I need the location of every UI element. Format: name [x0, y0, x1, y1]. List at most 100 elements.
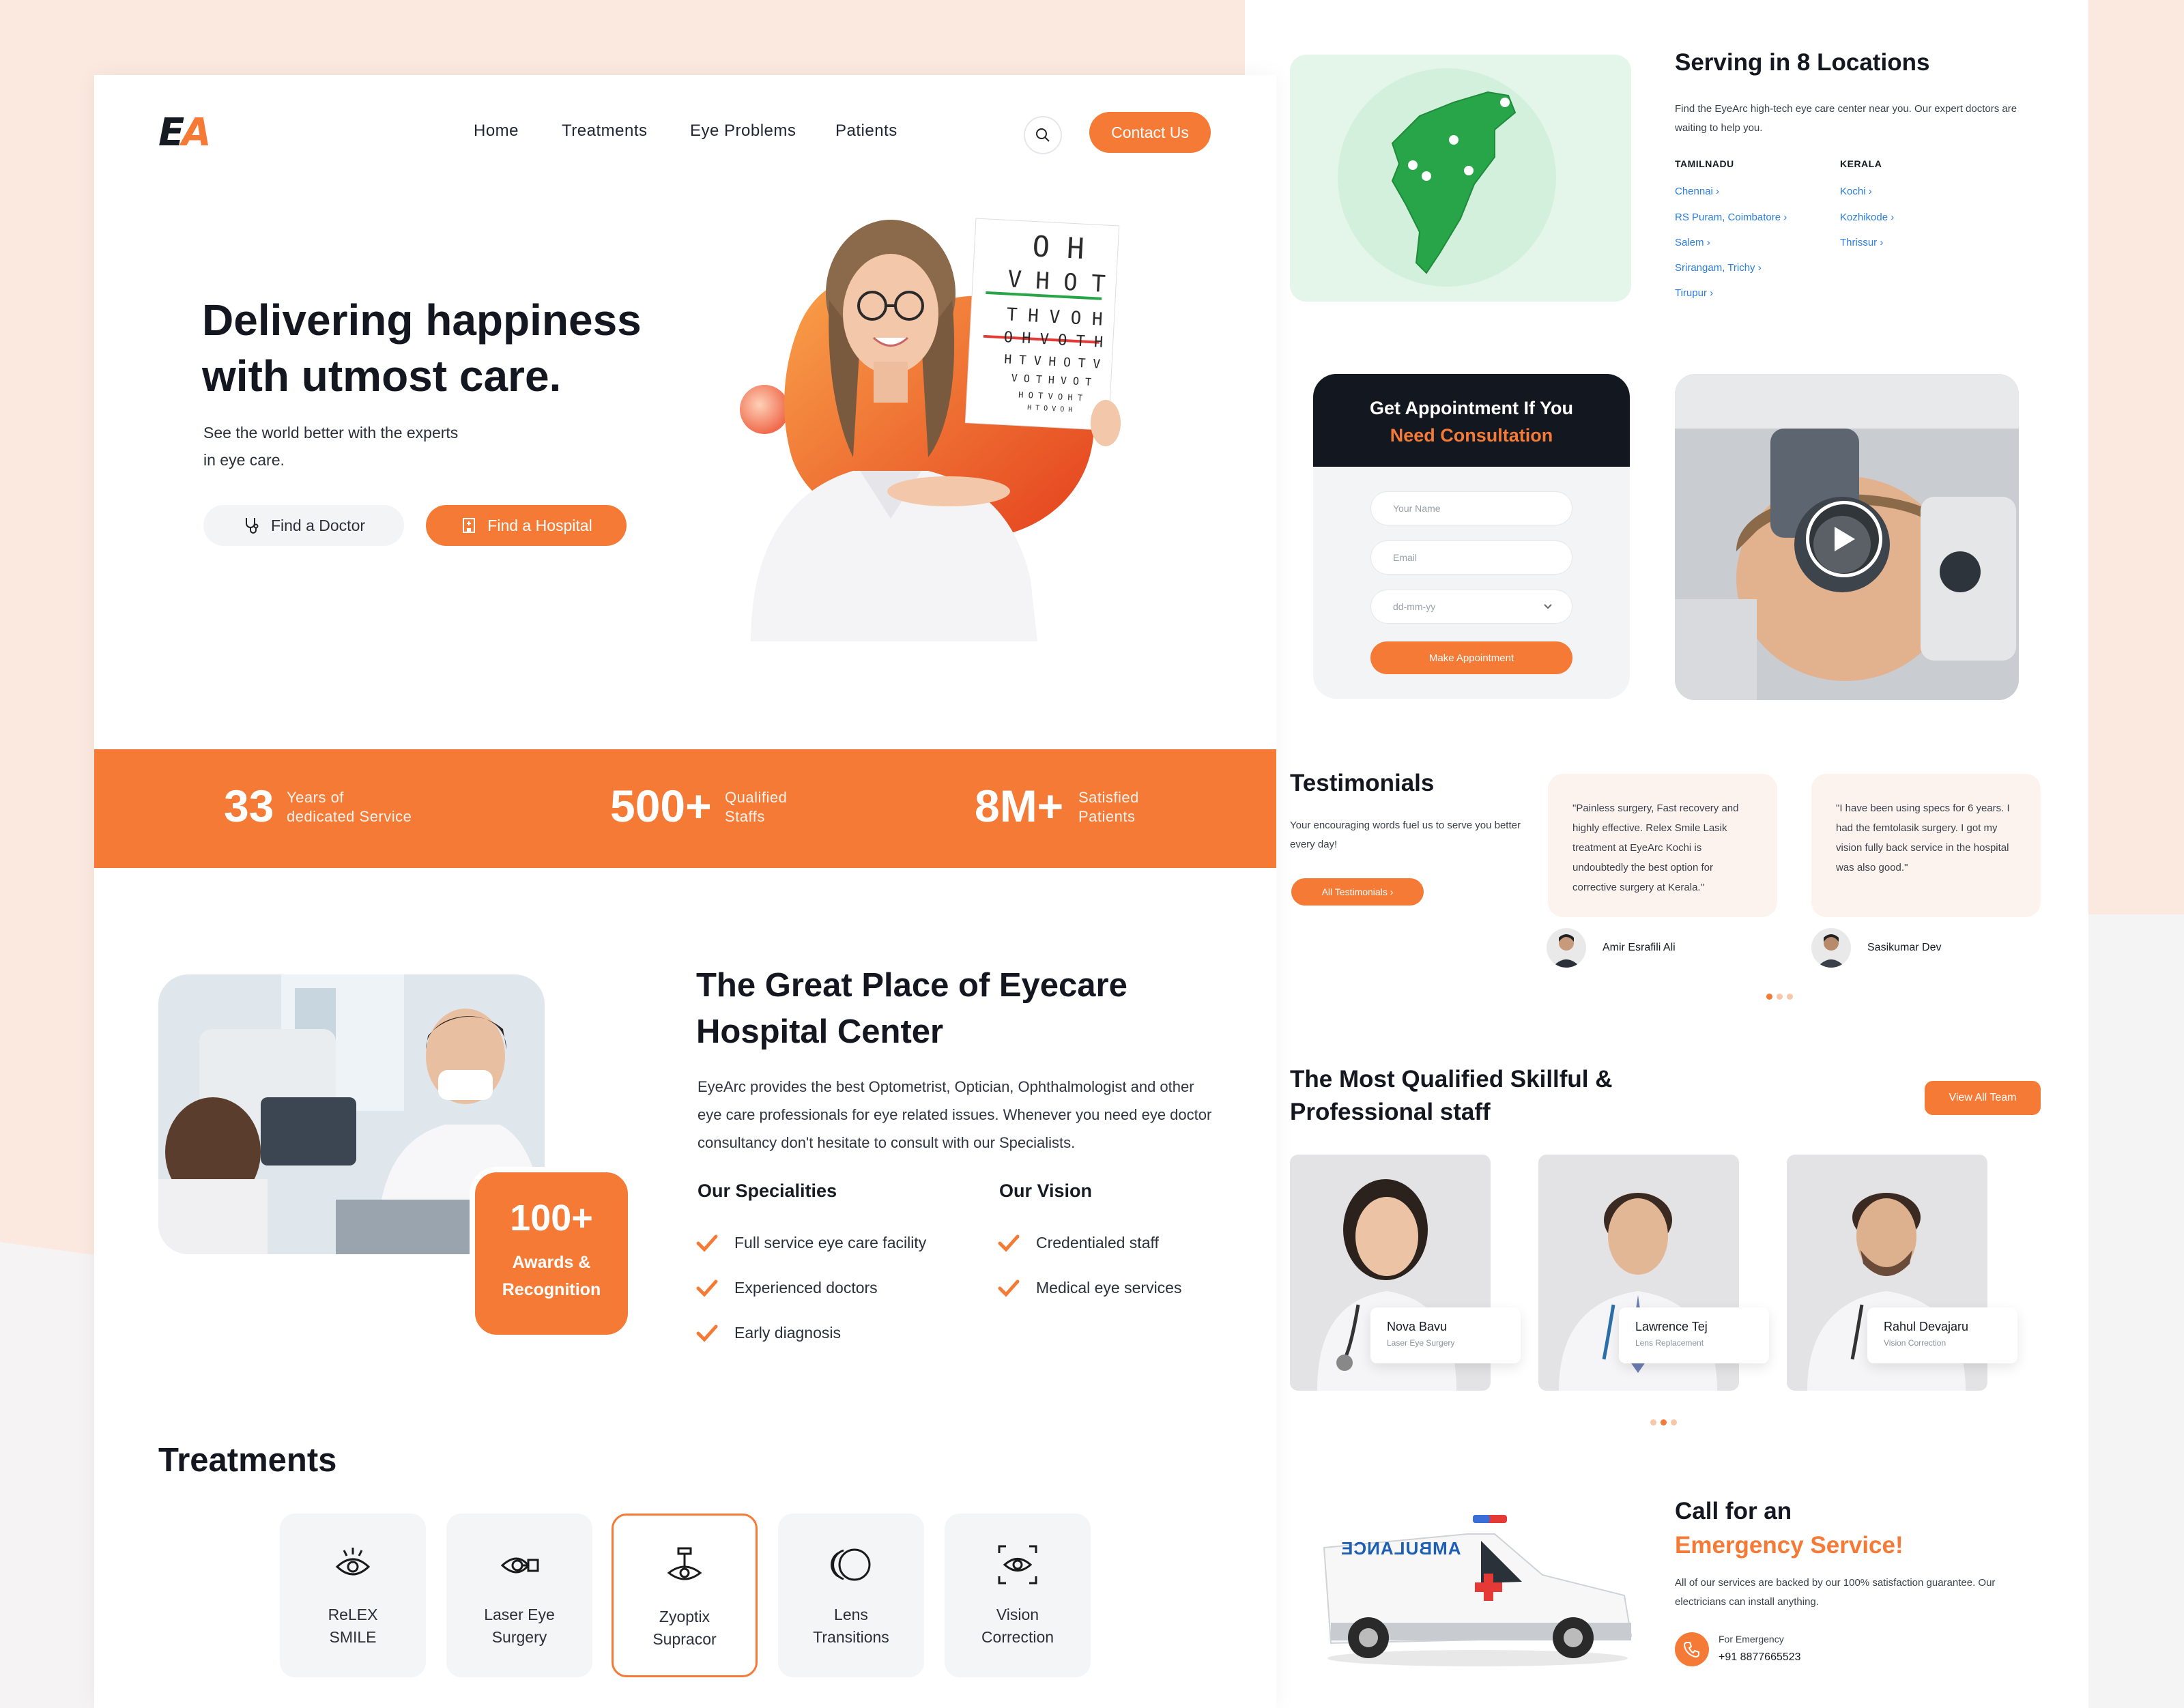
treatment-label: Lens Transitions	[813, 1606, 889, 1646]
location-link[interactable]: Salem ›	[1675, 237, 1710, 248]
testimonial-card: "I have been using specs for 6 years. I …	[1811, 774, 2041, 917]
location-label: Kozhikode	[1840, 212, 1888, 223]
hero-doctor-image: O H V H O T T H V O H O H V O T H H T V …	[723, 198, 1174, 648]
location-label: Chennai	[1675, 186, 1713, 197]
staff-speciality: Lens Replacement	[1635, 1338, 1704, 1348]
play-button[interactable]	[1806, 501, 1882, 577]
eye-chart: O H V H O T T H V O H O H V O T H H T V …	[978, 225, 1131, 417]
eye-lash-icon	[335, 1548, 371, 1576]
emergency-title: Call for an Emergency Service!	[1675, 1494, 1903, 1563]
emergency-subtitle: All of our services are backed by our 10…	[1675, 1577, 1996, 1608]
staff-pagination[interactable]	[1650, 1417, 1681, 1429]
location-link[interactable]: Kochi ›	[1840, 186, 1872, 197]
treatment-label: ReLEX SMILE	[328, 1606, 378, 1646]
staff-speciality: Vision Correction	[1884, 1338, 1946, 1348]
emergency-phone[interactable]: +91 8877665523	[1719, 1651, 1801, 1664]
speciality-item: Experienced doctors	[696, 1279, 878, 1297]
treatment-card-relex-smile[interactable]: ReLEX SMILE	[280, 1514, 426, 1677]
speciality-label: Experienced doctors	[734, 1279, 878, 1297]
eye-chart-row: O H	[1031, 229, 1085, 266]
vision-label: Credentialed staff	[1036, 1234, 1159, 1251]
region-heading-tamilnadu: TAMILNADU	[1675, 158, 1734, 169]
location-link[interactable]: Kozhikode ›	[1840, 212, 1894, 223]
stat-patients-label: Satisfied Patients	[1078, 789, 1139, 825]
date-select[interactable]: dd-mm-yy	[1370, 590, 1572, 624]
email-input[interactable]: Email	[1370, 540, 1572, 575]
find-doctor-button[interactable]: Find a Doctor	[203, 505, 404, 546]
treatment-card-vision-correction[interactable]: Vision Correction	[945, 1514, 1091, 1677]
search-button[interactable]	[1024, 116, 1062, 154]
contact-button[interactable]: Contact Us	[1089, 112, 1211, 153]
eye-laser-beam-icon	[667, 1547, 702, 1580]
eye-chart-row: V O T H V O T	[1011, 371, 1092, 388]
locations-map[interactable]	[1290, 55, 1631, 302]
location-link[interactable]: Thrissur ›	[1840, 237, 1883, 248]
name-placeholder: Your Name	[1393, 503, 1441, 514]
check-icon	[998, 1279, 1020, 1297]
staff-name: Nova Bavu	[1387, 1320, 1448, 1333]
location-link[interactable]: Chennai ›	[1675, 186, 1719, 197]
location-link[interactable]: RS Puram, Coimbatore ›	[1675, 212, 1787, 223]
background-shape	[2088, 0, 2184, 955]
emergency-title-highlight: Emergency Service!	[1675, 1532, 1903, 1559]
nav-home[interactable]: Home	[474, 121, 519, 141]
vision-label: Medical eye services	[1036, 1279, 1182, 1297]
avatar	[1811, 928, 1851, 968]
eye-chart-row: H T V H O T V	[1003, 352, 1101, 372]
find-hospital-label: Find a Hospital	[487, 516, 592, 534]
eye-exam-video[interactable]	[1675, 374, 2019, 700]
name-input[interactable]: Your Name	[1370, 491, 1572, 525]
location-label: Salem	[1675, 237, 1704, 248]
find-hospital-button[interactable]: Find a Hospital	[426, 505, 627, 546]
location-label: Srirangam, Trichy	[1675, 262, 1755, 274]
ambulance-text: AMBULANCE	[1340, 1538, 1461, 1559]
avatar	[1547, 928, 1586, 968]
testimonial-author: Amir Esrafili Ali	[1603, 942, 1676, 953]
nav-eye-problems[interactable]: Eye Problems	[690, 121, 796, 141]
date-placeholder: dd-mm-yy	[1393, 601, 1436, 612]
treatment-card-zyoptix-supracor[interactable]: Zyoptix Supracor	[612, 1514, 758, 1677]
testimonials-subtitle: Your encouraging words fuel us to serve …	[1290, 820, 1521, 850]
staff-name: Lawrence Tej	[1635, 1320, 1708, 1333]
vision-item: Medical eye services	[998, 1279, 1181, 1297]
location-link[interactable]: Tirupur ›	[1675, 287, 1713, 299]
all-testimonials-button[interactable]: All Testimonials ›	[1291, 878, 1424, 906]
testimonials-title: Testimonials	[1290, 770, 1435, 796]
ambulance-image: AMBULANCE	[1317, 1507, 1638, 1670]
treatment-label: Vision Correction	[981, 1606, 1054, 1646]
hero-title: Delivering happiness with utmost care.	[202, 295, 642, 401]
check-icon	[696, 1279, 718, 1297]
view-all-team-button[interactable]: View All Team	[1925, 1081, 2041, 1115]
testimonial-quote: "I have been using specs for 6 years. I …	[1836, 802, 2010, 873]
vision-item: Credentialed staff	[998, 1234, 1159, 1252]
staff-tag: Rahul Devajaru Vision Correction	[1867, 1307, 2017, 1363]
staff-tag: Lawrence Tej Lens Replacement	[1619, 1307, 1769, 1363]
about-title: The Great Place of Eyecare Hospital Cent…	[696, 967, 1127, 1050]
logo-letter: E	[158, 111, 184, 155]
staff-name: Rahul Devajaru	[1884, 1320, 1969, 1333]
awards-number: 100+	[510, 1198, 593, 1239]
location-label: Kochi	[1840, 186, 1866, 197]
staff-title: The Most Qualified Skillful & Profession…	[1290, 1066, 1613, 1125]
appointment-form: Get Appointment If You Need Consultation…	[1313, 374, 1630, 699]
make-appointment-button[interactable]: Make Appointment	[1370, 641, 1572, 674]
eye-chart-row: O H V O T H	[1003, 329, 1104, 351]
nav-treatments[interactable]: Treatments	[562, 121, 647, 141]
logo[interactable]: EA	[158, 111, 212, 155]
location-label: Thrissur	[1840, 237, 1878, 248]
treatment-card-lens-transitions[interactable]: Lens Transitions	[778, 1514, 924, 1677]
location-label: Tirupur	[1675, 287, 1707, 299]
treatment-label: Zyoptix Supracor	[652, 1608, 717, 1648]
appointment-title: Get Appointment If You	[1370, 398, 1573, 418]
search-icon	[1036, 128, 1050, 142]
emergency-call-button[interactable]	[1675, 1632, 1709, 1666]
emergency-label: For Emergency	[1719, 1634, 1784, 1645]
testimonials-pagination[interactable]	[1766, 991, 1797, 1003]
staff-tag: Nova Bavu Laser Eye Surgery	[1370, 1307, 1521, 1363]
stat-patients-number: 8M+	[975, 781, 1064, 831]
testimonial-quote: "Painless surgery, Fast recovery and hig…	[1572, 802, 1739, 893]
treatment-card-laser-eye-surgery[interactable]: Laser Eye Surgery	[446, 1514, 592, 1677]
about-body: EyeArc provides the best Optometrist, Op…	[698, 1078, 1212, 1151]
nav-patients[interactable]: Patients	[835, 121, 897, 141]
location-link[interactable]: Srirangam, Trichy ›	[1675, 262, 1762, 274]
